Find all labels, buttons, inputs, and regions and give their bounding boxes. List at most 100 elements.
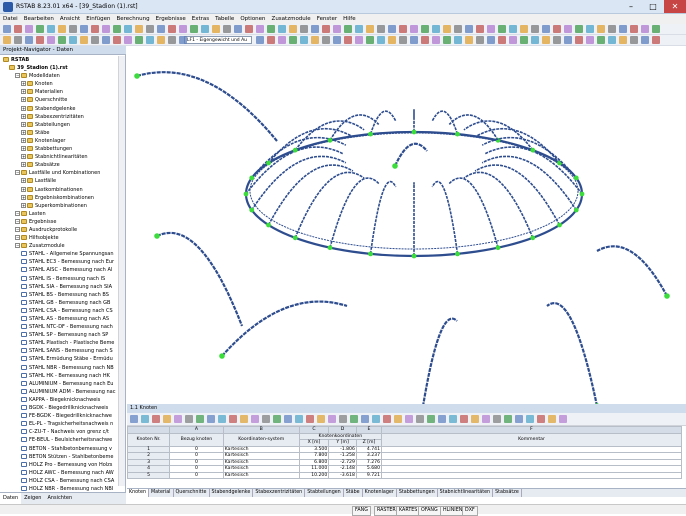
table-tool-icon[interactable] bbox=[251, 415, 259, 423]
tree-item[interactable]: − Zusatzmodule bbox=[0, 242, 122, 250]
toolbar-icon[interactable] bbox=[91, 25, 99, 33]
toolbar-icon[interactable] bbox=[168, 36, 176, 44]
table-tool-icon[interactable] bbox=[174, 415, 182, 423]
toolbar-icon[interactable] bbox=[344, 25, 352, 33]
tree-item[interactable]: + Lastkombinationen bbox=[0, 186, 122, 194]
toolbar-icon[interactable] bbox=[355, 25, 363, 33]
tree-item[interactable]: STAHL IS - Bemessung nach IS bbox=[0, 275, 122, 283]
menu-item[interactable]: Einfügen bbox=[83, 14, 113, 24]
table-tool-icon[interactable] bbox=[229, 415, 237, 423]
toolbar-icon[interactable] bbox=[553, 25, 561, 33]
tree-item[interactable]: STAHL NBR - Bemessung nach NB bbox=[0, 364, 122, 372]
toolbar-icon[interactable] bbox=[157, 36, 165, 44]
toolbar-icon[interactable] bbox=[553, 36, 561, 44]
expand-icon[interactable]: − bbox=[15, 73, 20, 79]
toolbar-icon[interactable] bbox=[377, 36, 385, 44]
toolbar-icon[interactable] bbox=[641, 36, 649, 44]
tree-item[interactable]: + Stabexzentrizitäten bbox=[0, 113, 122, 121]
tree-item[interactable]: STAHL - Allgemeine Spannungsan bbox=[0, 250, 122, 258]
toolbar-icon[interactable] bbox=[80, 36, 88, 44]
navigator-tab[interactable]: Ansichten bbox=[44, 493, 75, 504]
toolbar-icon[interactable] bbox=[465, 25, 473, 33]
cell-x[interactable]: 10.200 bbox=[298, 471, 330, 479]
toolbar-icon[interactable] bbox=[476, 25, 484, 33]
toolbar-icon[interactable] bbox=[179, 25, 187, 33]
expand-icon[interactable]: + bbox=[21, 137, 26, 143]
table-tab[interactable]: Stabteilungen bbox=[305, 489, 344, 497]
tree-item[interactable]: STAHL Plastisch - Plastische Beme bbox=[0, 339, 122, 347]
tree-item[interactable]: − Modelldaten bbox=[0, 72, 122, 80]
toolbar-icon[interactable] bbox=[564, 36, 572, 44]
toolbar-icon[interactable] bbox=[267, 36, 275, 44]
toolbar-icon[interactable] bbox=[476, 36, 484, 44]
toolbar-icon[interactable] bbox=[223, 25, 231, 33]
expand-icon[interactable]: + bbox=[21, 154, 26, 160]
toolbar-icon[interactable] bbox=[190, 25, 198, 33]
tree-item[interactable]: − Lastfälle und Kombinationen bbox=[0, 169, 122, 177]
table-tool-icon[interactable] bbox=[515, 415, 523, 423]
toolbar-icon[interactable] bbox=[212, 25, 220, 33]
table-tab[interactable]: Stabbettungen bbox=[397, 489, 438, 497]
expand-icon[interactable]: + bbox=[21, 146, 26, 152]
tree-item[interactable]: + Ergebniskombinationen bbox=[0, 194, 122, 202]
close-button[interactable]: ✕ bbox=[664, 0, 686, 13]
minimize-button[interactable]: – bbox=[620, 0, 642, 13]
toolbar-icon[interactable] bbox=[157, 25, 165, 33]
table-tab[interactable]: Knotenlager bbox=[363, 489, 397, 497]
table-tab[interactable]: Stabendgelenke bbox=[210, 489, 254, 497]
table-tool-icon[interactable] bbox=[405, 415, 413, 423]
toolbar-icon[interactable] bbox=[542, 25, 550, 33]
tree-item[interactable]: ALUMINIUM ADM - Bemessung nac bbox=[0, 388, 122, 396]
table-tool-icon[interactable] bbox=[141, 415, 149, 423]
menu-item[interactable]: Fenster bbox=[314, 14, 340, 24]
toolbar-icon[interactable] bbox=[14, 25, 22, 33]
maximize-button[interactable]: □ bbox=[642, 0, 664, 13]
table-tool-icon[interactable] bbox=[130, 415, 138, 423]
toolbar-icon[interactable] bbox=[3, 36, 11, 44]
table-tool-icon[interactable] bbox=[152, 415, 160, 423]
toolbar-icon[interactable] bbox=[256, 25, 264, 33]
table-tool-icon[interactable] bbox=[317, 415, 325, 423]
expand-icon[interactable]: + bbox=[21, 89, 26, 95]
table-tool-icon[interactable] bbox=[361, 415, 369, 423]
expand-icon[interactable]: + bbox=[21, 121, 26, 127]
tree-item[interactable]: + Stabsätze bbox=[0, 161, 122, 169]
expand-icon[interactable]: + bbox=[21, 113, 26, 119]
toolbar-icon[interactable] bbox=[388, 25, 396, 33]
expand-icon[interactable]: − bbox=[15, 235, 20, 241]
tree-item[interactable]: + Knotenlager bbox=[0, 137, 122, 145]
table-tab[interactable]: Stabnichtlinearitäten bbox=[438, 489, 494, 497]
navigator-scrollbar[interactable] bbox=[118, 56, 125, 486]
toolbar-icon[interactable] bbox=[355, 36, 363, 44]
toolbar-icon[interactable] bbox=[410, 25, 418, 33]
table-tool-icon[interactable] bbox=[218, 415, 226, 423]
table-tool-icon[interactable] bbox=[493, 415, 501, 423]
tree-item[interactable]: BETON - Stahlbetonbemessung v bbox=[0, 445, 122, 453]
table-tool-icon[interactable] bbox=[559, 415, 567, 423]
menu-item[interactable]: Bearbeiten bbox=[21, 14, 57, 24]
toolbar-icon[interactable] bbox=[641, 25, 649, 33]
toolbar-icon[interactable] bbox=[377, 25, 385, 33]
toolbar-icon[interactable] bbox=[58, 36, 66, 44]
toolbar-icon[interactable] bbox=[344, 36, 352, 44]
tree-item[interactable]: STAHL HK - Bemessung nach HK bbox=[0, 372, 122, 380]
tree-item[interactable]: KAPPA - Biegeknicknachweis bbox=[0, 396, 122, 404]
navigator-tab[interactable]: Daten bbox=[0, 493, 22, 504]
toolbar-icon[interactable] bbox=[58, 25, 66, 33]
toolbar-icon[interactable] bbox=[366, 25, 374, 33]
table-tool-icon[interactable] bbox=[460, 415, 468, 423]
table-tool-icon[interactable] bbox=[504, 415, 512, 423]
tree-item[interactable]: HOLZ AWC - Bemessung nach AW bbox=[0, 469, 122, 477]
toolbar-icon[interactable] bbox=[399, 25, 407, 33]
tree-item[interactable]: STAHL BS - Bemessung nach BS bbox=[0, 291, 122, 299]
table-tool-icon[interactable] bbox=[438, 415, 446, 423]
tree-item[interactable]: BGDK - Biegedrillknicknachweis bbox=[0, 404, 122, 412]
toolbar-icon[interactable] bbox=[36, 36, 44, 44]
toolbar-icon[interactable] bbox=[575, 25, 583, 33]
toolbar-icon[interactable] bbox=[487, 36, 495, 44]
table-tool-icon[interactable] bbox=[471, 415, 479, 423]
expand-icon[interactable]: − bbox=[15, 170, 20, 176]
table-tool-icon[interactable] bbox=[350, 415, 358, 423]
toolbar-icon[interactable] bbox=[245, 25, 253, 33]
table-tool-icon[interactable] bbox=[526, 415, 534, 423]
